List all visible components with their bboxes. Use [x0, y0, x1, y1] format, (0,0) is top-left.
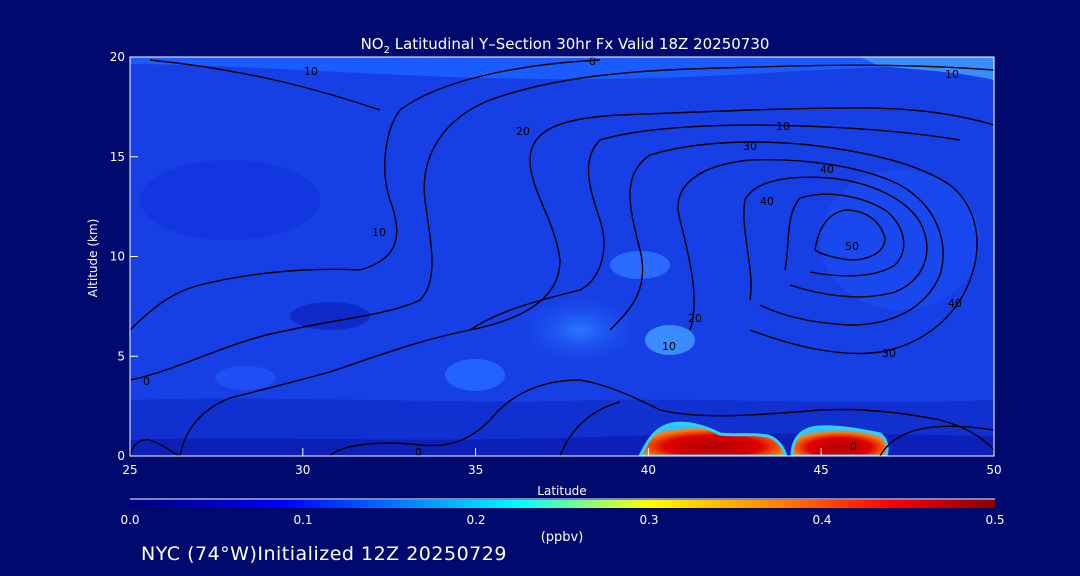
contour-label: 10 [945, 68, 959, 81]
colorbar-tick-label: 0.3 [639, 513, 658, 527]
contour-label: 20 [516, 125, 530, 138]
contour-label: 20 [688, 312, 702, 325]
contour-label: 10 [776, 120, 790, 133]
y-tick-label: 20 [110, 50, 125, 64]
x-tick-label: 40 [641, 463, 656, 477]
contour-label: 0 [850, 440, 857, 453]
contour-label: 40 [948, 297, 962, 310]
x-tick-label: 30 [295, 463, 310, 477]
colorbar-tick-label: 0.4 [812, 513, 831, 527]
contour-label: 50 [845, 240, 859, 253]
contour-label: 10 [304, 65, 318, 78]
x-axis-label: Latitude [537, 484, 586, 498]
colorbar [130, 498, 995, 508]
contour-label: 10 [662, 340, 676, 353]
contour-label: 40 [820, 163, 834, 176]
y-axis-label: Altitude (km) [86, 219, 100, 298]
chart-title: NO2 Latitudinal Y–Section 30hr Fx Valid … [361, 35, 770, 56]
y-tick-label: 10 [110, 250, 125, 264]
cross-section-chart: 10 0 10 20 30 40 40 50 40 30 20 10 0 10 … [86, 35, 1005, 545]
x-tick-label: 45 [814, 463, 829, 477]
no2-field [130, 57, 994, 456]
colorbar-tick-label: 0.2 [466, 513, 485, 527]
x-tick-label: 50 [986, 463, 1001, 477]
no2-hotspot-45n [790, 425, 889, 456]
contour-label: 40 [760, 195, 774, 208]
colorbar-ticks: 0.0 0.1 0.2 0.3 0.4 0.5 [120, 513, 1004, 527]
contour-label: 30 [743, 140, 757, 153]
colorbar-tick-label: 0.0 [120, 513, 139, 527]
colorbar-unit: (ppbv) [541, 530, 584, 545]
x-tick-label: 35 [468, 463, 483, 477]
y-tick-label: 15 [110, 150, 125, 164]
x-tick-label: 25 [122, 463, 137, 477]
y-tick-label: 0 [117, 449, 125, 463]
contour-label: 30 [882, 347, 896, 360]
colorbar-tick-label: 0.1 [293, 513, 312, 527]
contour-label: 10 [372, 226, 386, 239]
colorbar-tick-label: 0.5 [985, 513, 1004, 527]
footer-caption: NYC (74°W)Initialized 12Z 20250729 [141, 543, 507, 565]
contour-label: 0 [415, 446, 422, 459]
contour-label: 0 [143, 375, 150, 388]
colorbar-gradient [130, 500, 995, 508]
y-tick-label: 5 [117, 349, 125, 363]
